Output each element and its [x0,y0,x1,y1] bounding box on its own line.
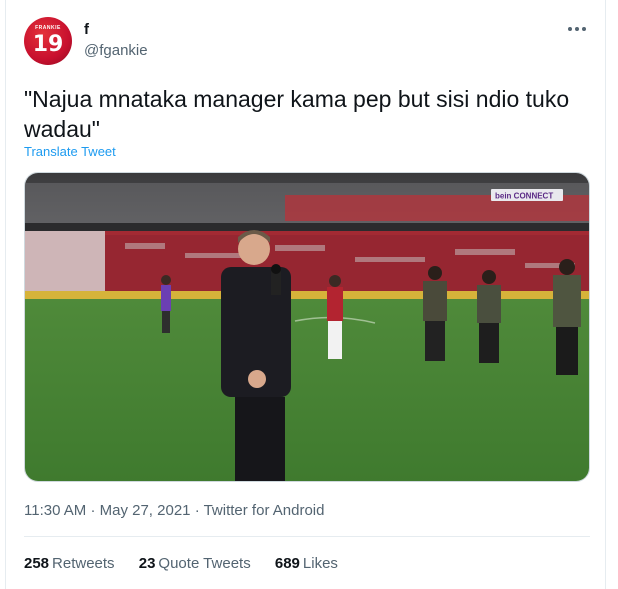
likes-stat[interactable]: 689 Likes [275,555,338,572]
avatar-number: 19 [32,32,64,57]
stadium-video-still: bein CONNECT [25,173,589,481]
tweet-time[interactable]: 11:30 AM [24,502,86,519]
avatar[interactable]: FRANKIE 19 [24,17,72,65]
quote-tweets-label: Quote Tweets [158,555,251,572]
likes-count: 689 [274,555,300,572]
quote-tweets-stat[interactable]: 23 Quote Tweets [139,555,251,572]
tweet-meta: 11:30 AM · May 27, 2021 · Twitter for An… [24,502,324,519]
tweet-header: FRANKIE 19 f @fgankie [24,17,589,67]
display-name[interactable]: f [84,21,148,39]
user-handle[interactable]: @fgankie [84,41,148,61]
tweet-media-video[interactable]: bein CONNECT [24,172,590,482]
meta-separator: · [194,502,200,519]
tweet-text: "Najua mnataka manager kama pep but sisi… [24,86,570,142]
tweet-source[interactable]: Twitter for Android [204,502,325,519]
tweet-date[interactable]: May 27, 2021 [100,502,191,519]
divider [24,536,590,537]
likes-label: Likes [302,555,338,572]
quote-tweets-count: 23 [138,555,156,572]
tweet-stats: 258 Retweets 23 Quote Tweets 689 Likes [24,555,358,572]
translate-tweet-link[interactable]: Translate Tweet [24,144,116,159]
retweets-stat[interactable]: 258 Retweets [24,555,115,572]
tweet-card: FRANKIE 19 f @fgankie "Najua mnataka man… [5,0,606,589]
avatar-top-text: FRANKIE [35,25,61,31]
more-horizontal-icon[interactable] [567,23,587,35]
retweets-label: Retweets [52,555,115,572]
meta-separator: · [90,502,96,519]
user-name-block: f @fgankie [84,21,148,61]
broadcaster-logo: bein CONNECT [495,192,553,201]
retweets-count: 258 [24,555,50,572]
